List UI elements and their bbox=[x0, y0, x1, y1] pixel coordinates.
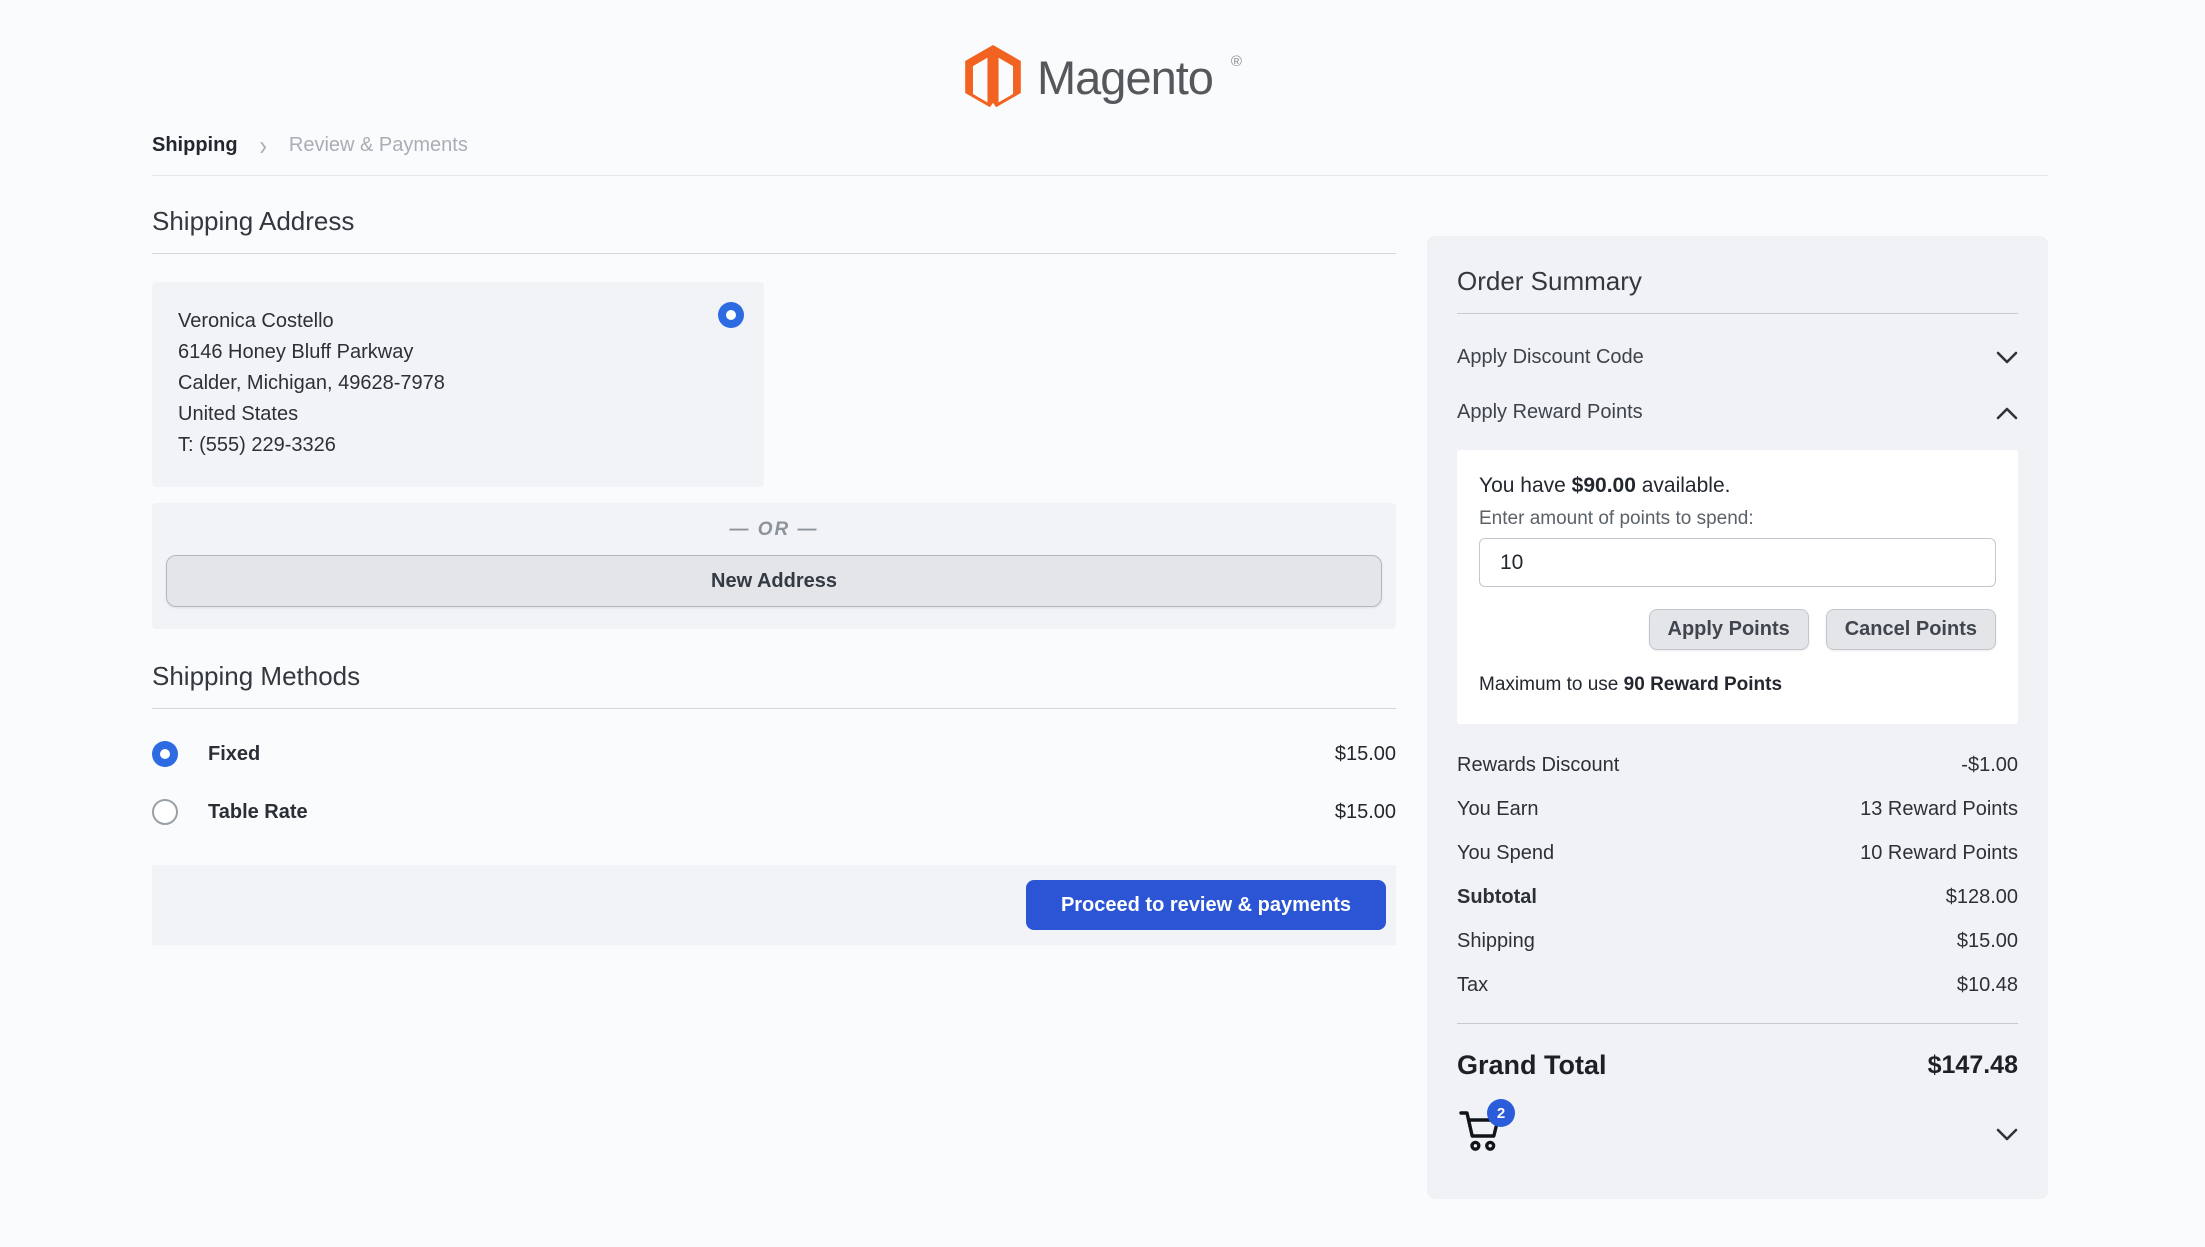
chevron-up-icon bbox=[1996, 407, 2018, 419]
points-available-amount: $90.00 bbox=[1571, 474, 1636, 497]
total-row-you-spend: You Spend 10 Reward Points bbox=[1457, 842, 2018, 864]
total-row-rewards-discount: Rewards Discount -$1.00 bbox=[1457, 754, 2018, 776]
points-available-text: You have $90.00 available. bbox=[1479, 474, 1731, 497]
proceed-strip: Proceed to review & payments bbox=[152, 865, 1396, 945]
breadcrumb-review-payments[interactable]: Review & Payments bbox=[289, 134, 468, 157]
address-phone: T: (555) 229-3326 bbox=[178, 434, 336, 456]
order-summary-panel: Order Summary Apply Discount Code Apply … bbox=[1427, 236, 2048, 1199]
apply-reward-points-toggle[interactable]: Apply Reward Points bbox=[1457, 401, 2018, 424]
or-divider: — OR — bbox=[729, 519, 819, 540]
logo-registered-mark: ® bbox=[1230, 52, 1242, 70]
new-address-button[interactable]: New Address bbox=[166, 555, 1382, 607]
total-row-tax: Tax $10.48 bbox=[1457, 974, 2018, 996]
address-street: 6146 Honey Bluff Parkway bbox=[178, 341, 414, 363]
chevron-down-icon bbox=[1996, 351, 2018, 363]
chevron-right-icon: › bbox=[259, 129, 267, 161]
totals-table: Rewards Discount -$1.00 You Earn 13 Rewa… bbox=[1457, 754, 2018, 997]
radio-dot bbox=[160, 749, 170, 759]
cart-items-toggle[interactable]: 2 bbox=[1457, 1099, 1515, 1163]
points-buttons: Apply Points Cancel Points bbox=[1479, 609, 1996, 650]
magento-logo-icon bbox=[965, 45, 1021, 109]
radio-table-rate-icon[interactable] bbox=[152, 799, 178, 825]
header: Magento ® bbox=[0, 0, 2205, 120]
or-section: — OR — New Address bbox=[152, 503, 1396, 629]
apply-discount-code-toggle[interactable]: Apply Discount Code bbox=[1457, 346, 2018, 369]
cart-count-badge: 2 bbox=[1487, 1099, 1515, 1127]
max-points-value: 90 Reward Points bbox=[1623, 674, 1783, 695]
grand-total-label: Grand Total bbox=[1457, 1050, 1607, 1080]
breadcrumb-shipping[interactable]: Shipping bbox=[152, 134, 238, 157]
grand-total-divider bbox=[1457, 1023, 2018, 1024]
total-row-you-earn: You Earn 13 Reward Points bbox=[1457, 798, 2018, 820]
discount-toggle-label: Apply Discount Code bbox=[1457, 346, 1644, 368]
reward-points-card: You have $90.00 available. Enter amount … bbox=[1457, 450, 2018, 724]
radio-fixed-icon[interactable] bbox=[152, 741, 178, 767]
points-amount-input[interactable] bbox=[1479, 538, 1996, 587]
chevron-down-icon[interactable] bbox=[1996, 1128, 2018, 1142]
order-summary-title: Order Summary bbox=[1457, 266, 2018, 314]
shipping-methods-title: Shipping Methods bbox=[152, 661, 1396, 709]
address-city: Calder, Michigan, 49628-7978 bbox=[178, 372, 445, 394]
total-row-shipping: Shipping $15.00 bbox=[1457, 930, 2018, 952]
method-fixed-price: $15.00 bbox=[1334, 742, 1396, 765]
address-name: Veronica Costello bbox=[178, 310, 334, 332]
shipping-method-table-rate[interactable]: Table Rate $15.00 bbox=[152, 799, 1396, 825]
method-table-rate-price: $15.00 bbox=[1334, 800, 1396, 823]
shipping-method-fixed[interactable]: Fixed $15.00 bbox=[152, 741, 1396, 767]
points-input-label: Enter amount of points to spend: bbox=[1479, 508, 1754, 529]
breadcrumb: Shipping › Review & Payments bbox=[152, 129, 2048, 176]
shipping-address-title: Shipping Address bbox=[152, 206, 1396, 254]
logo-wordmark: Magento bbox=[1037, 50, 1214, 104]
cart-summary-row: 2 bbox=[1457, 1099, 2018, 1163]
address-country: United States bbox=[178, 403, 299, 425]
apply-points-button[interactable]: Apply Points bbox=[1648, 609, 1809, 650]
method-table-rate-label: Table Rate bbox=[208, 800, 308, 823]
max-points-text: Maximum to use 90 Reward Points bbox=[1479, 674, 1783, 695]
proceed-to-review-button[interactable]: Proceed to review & payments bbox=[1026, 880, 1386, 930]
shipping-address-card[interactable]: Veronica Costello 6146 Honey Bluff Parkw… bbox=[152, 282, 764, 487]
method-fixed-label: Fixed bbox=[208, 742, 261, 765]
grand-total-row: Grand Total $147.48 bbox=[1457, 1050, 2018, 1081]
address-selected-radio[interactable] bbox=[718, 302, 744, 328]
cancel-points-button[interactable]: Cancel Points bbox=[1825, 609, 1996, 650]
magento-logo: Magento ® bbox=[965, 45, 1242, 109]
reward-toggle-label: Apply Reward Points bbox=[1457, 401, 1643, 423]
total-row-subtotal: Subtotal $128.00 bbox=[1457, 886, 2018, 908]
checkout-main: Shipping Address Veronica Costello 6146 … bbox=[152, 206, 1396, 945]
grand-total-value: $147.48 bbox=[1927, 1051, 2018, 1079]
radio-dot bbox=[726, 310, 736, 320]
